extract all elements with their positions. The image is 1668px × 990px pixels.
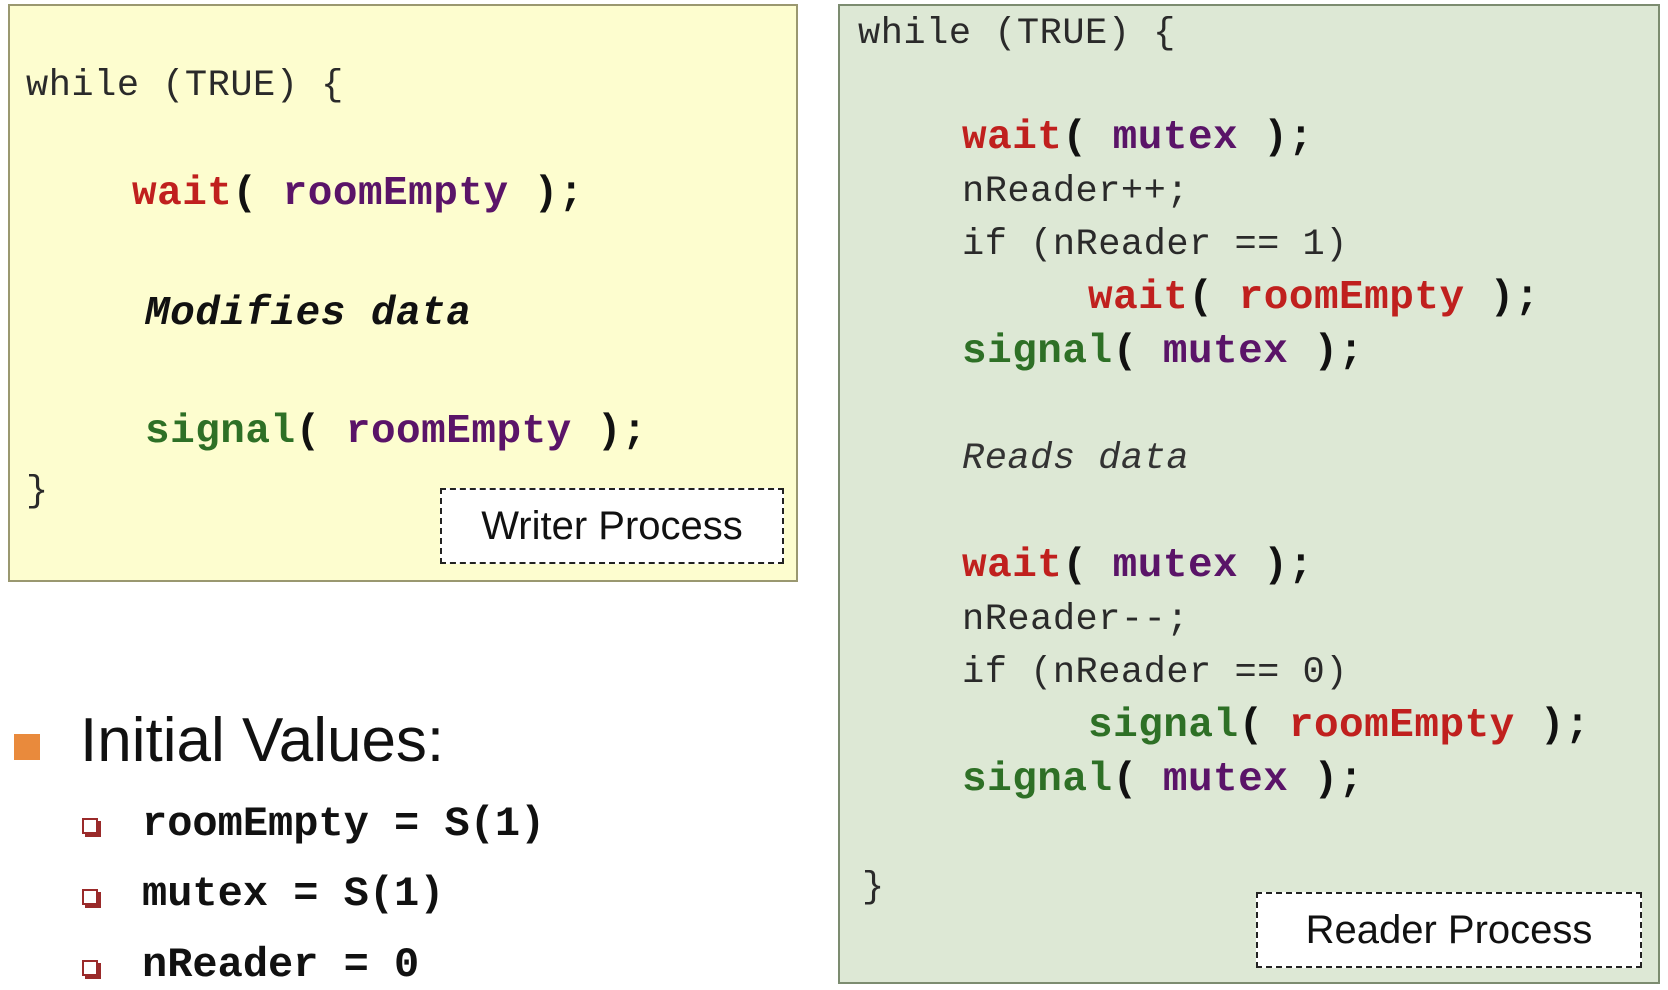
signal-keyword: signal	[962, 329, 1113, 375]
reader-signal-roomempty-line: signal( roomEmpty );	[1088, 704, 1590, 748]
room-empty-var: roomEmpty	[282, 171, 509, 217]
punct: );	[1238, 543, 1314, 589]
punct: (	[1112, 757, 1163, 803]
punct: );	[1464, 275, 1540, 321]
writer-modifies-line: Modifies data	[145, 291, 472, 337]
wait-keyword: wait	[1088, 275, 1189, 321]
punct: (	[232, 171, 283, 217]
reader-reads-line: Reads data	[962, 438, 1190, 480]
writer-wait-line: wait( roomEmpty );	[132, 172, 584, 216]
reader-signal-mutex-line: signal( mutex );	[962, 330, 1364, 374]
square-bullet-icon	[82, 818, 98, 834]
punct: );	[508, 171, 584, 217]
wait-keyword: wait	[132, 171, 233, 217]
wait-keyword: wait	[962, 115, 1063, 161]
square-bullet-icon	[82, 889, 98, 905]
reader-process-label: Reader Process	[1256, 892, 1642, 968]
punct: (	[1238, 703, 1289, 749]
signal-keyword: signal	[962, 757, 1113, 803]
writer-signal-line: signal( roomEmpty );	[145, 410, 647, 454]
reader-wait-mutex-line: wait( mutex );	[962, 116, 1313, 160]
punct: );	[1514, 703, 1591, 749]
initial-value-item: nReader = 0	[142, 941, 420, 989]
room-empty-var: roomEmpty	[345, 409, 572, 455]
punct: (	[1112, 329, 1163, 375]
signal-keyword: signal	[1088, 703, 1239, 749]
writer-close-brace: }	[26, 471, 49, 513]
punct: (	[1062, 115, 1113, 161]
room-empty-var: roomEmpty	[1288, 703, 1515, 749]
punct: (	[1188, 275, 1239, 321]
reader-close-brace: }	[862, 867, 885, 909]
writer-while-line: while (TRUE) {	[26, 65, 344, 107]
reader-increment-line: nReader++;	[962, 171, 1190, 213]
initial-value-item: mutex = S(1)	[142, 870, 445, 918]
mutex-var: mutex	[1112, 543, 1239, 589]
initial-values-title: Initial Values:	[80, 706, 445, 775]
writer-process-label: Writer Process	[440, 488, 784, 564]
mutex-var: mutex	[1162, 329, 1289, 375]
signal-keyword: signal	[145, 409, 296, 455]
reader-if-line-2: if (nReader == 0)	[962, 652, 1348, 694]
room-empty-var: roomEmpty	[1238, 275, 1465, 321]
reader-wait-roomempty-line: wait( roomEmpty );	[1088, 276, 1540, 320]
reader-if-line: if (nReader == 1)	[962, 224, 1348, 266]
square-bullet-icon	[82, 960, 98, 976]
reader-decrement-line: nReader--;	[962, 599, 1190, 641]
mutex-var: mutex	[1162, 757, 1289, 803]
punct: );	[1288, 329, 1364, 375]
punct: );	[571, 409, 648, 455]
punct: );	[1288, 757, 1364, 803]
wait-keyword: wait	[962, 543, 1063, 589]
punct: );	[1238, 115, 1314, 161]
reader-wait-mutex-line-2: wait( mutex );	[962, 544, 1313, 588]
reader-while-line: while (TRUE) {	[858, 13, 1176, 55]
orange-bullet-icon	[14, 734, 40, 760]
reader-signal-mutex-line-2: signal( mutex );	[962, 758, 1364, 802]
initial-value-item: roomEmpty = S(1)	[142, 800, 546, 848]
punct: (	[295, 409, 346, 455]
mutex-var: mutex	[1112, 115, 1239, 161]
punct: (	[1062, 543, 1113, 589]
